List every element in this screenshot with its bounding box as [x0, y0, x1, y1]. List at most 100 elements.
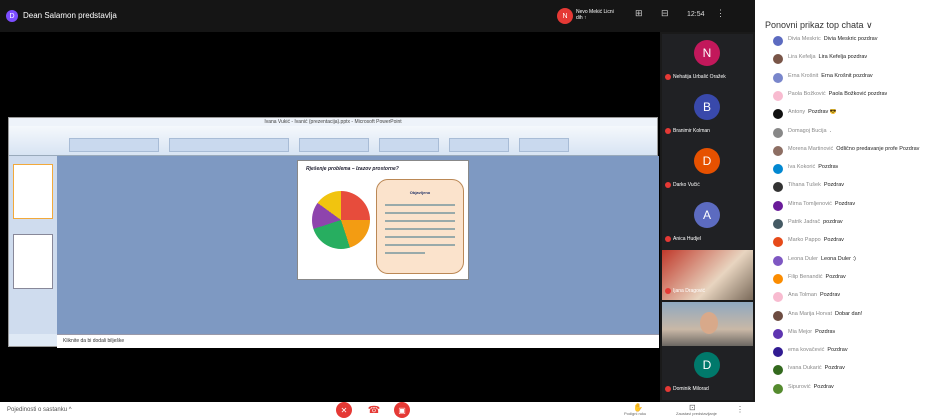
ppt-window-title: Ivana Vukić - Ivanić (prezentacija).pptx…: [9, 118, 657, 126]
participant-tile[interactable]: D Darko Vučić: [662, 142, 753, 196]
chat-avatar: [773, 127, 783, 138]
chat-text: Pozdrav: [823, 182, 845, 189]
chat-avatar: [773, 328, 783, 339]
chat-author: Leona Duler: [788, 255, 818, 262]
participant-avatar: N: [694, 40, 720, 66]
slide-thumbnail[interactable]: [13, 164, 53, 219]
camera-off-icon: ▣: [398, 405, 406, 415]
slide-notes[interactable]: Kliknite da bi dodali bilješke: [57, 334, 659, 348]
chat-avatar: [773, 310, 783, 321]
chat-text: Pozdrav 😎: [808, 109, 837, 116]
chat-author: Ana Marija Horvat: [788, 310, 833, 317]
participant-tile[interactable]: D Dominik Milorad: [662, 346, 753, 400]
slide-page: Rješenje problema – Izazov prostorne? Ob…: [297, 160, 469, 280]
food-image: [312, 191, 370, 249]
chat-text: Pozdrav: [823, 237, 844, 244]
presenter-avatar: D: [6, 10, 18, 22]
chat-author: Divia Meskric: [788, 36, 821, 42]
camera-off-button[interactable]: ▣: [394, 402, 410, 418]
mic-muted-icon: [665, 386, 671, 392]
chat-message: Ana Marija Horvat Dobar dan!: [773, 310, 949, 321]
chat-avatar: [773, 145, 783, 156]
chat-message: Paola Božković Paola Božković pozdrav: [773, 90, 949, 101]
more-options-icon[interactable]: ⋮: [736, 405, 744, 414]
meeting-details-button[interactable]: Pojedinosti o sastanku ^: [7, 407, 72, 413]
chat-author: ema kovačević: [788, 347, 825, 354]
chat-avatar: [773, 164, 783, 175]
chat-text: Pozdrav: [818, 164, 839, 171]
chat-author: Ana Tolman: [788, 292, 817, 299]
slide-thumbnails: [9, 156, 57, 334]
bottom-bar: Pojedinosti o sastanku ^ ✕ ☎ ▣ ✋ Podigni…: [0, 402, 755, 419]
participant-name: Anica Hudjel: [673, 236, 702, 242]
slide-thumbnail[interactable]: [13, 234, 53, 289]
chat-message: Lira Kefelja Lira Kefelja pozdrav: [773, 54, 949, 65]
chat-author: Domagoj Bucija: [788, 127, 827, 134]
participant-tile[interactable]: B Branimir Kolman: [662, 88, 753, 142]
chat-message: Morena Martinović Odlično predavanje prof…: [773, 145, 949, 156]
chat-message: Patrik Jadrač pozdrav: [773, 219, 949, 229]
face-image: [700, 312, 718, 334]
participant-strip: N Nehatija Urbalić Oražek B Branimir Kol…: [660, 32, 755, 402]
shared-screen: Ivana Vukić - Ivanić (prezentacija).pptx…: [8, 117, 659, 348]
top-bar: D Dean Salamon predstavlja N Nevo Mekić …: [0, 0, 755, 32]
chat-author: Morena Martinović: [788, 145, 834, 152]
more-icon[interactable]: ⋮: [716, 8, 725, 19]
presentation-stage: Ivana Vukić - Ivanić (prezentacija).pptx…: [0, 32, 660, 402]
chat-text: Pozdrav: [815, 328, 836, 335]
chat-message: Mirna Tomljenović Pozdrav: [773, 200, 949, 211]
phone-icon: ☎: [367, 404, 381, 416]
chat-message: Tihana Tušek Pozdrav: [773, 182, 949, 193]
presenter-label: Dean Salamon predstavlja: [23, 11, 117, 20]
participant-video[interactable]: [662, 302, 753, 352]
layout-icon[interactable]: ⊞: [635, 8, 643, 19]
chat-avatar: [773, 365, 783, 376]
chat-avatar: [773, 292, 783, 303]
clock: 12:54: [687, 11, 705, 18]
slide-heading: Rješenje problema – Izazov prostorne?: [306, 166, 399, 172]
chat-author: Paola Božković: [788, 90, 826, 97]
mic-muted-icon: [665, 236, 671, 242]
chat-header[interactable]: Ponovni prikaz top chata ∨: [765, 20, 873, 31]
chat-text: Pozdrav: [813, 383, 834, 390]
chat-text: Lira Kefelja pozdrav: [818, 54, 868, 61]
chat-avatar: [773, 383, 783, 394]
mic-muted-icon: [665, 288, 671, 294]
chat-avatar: [773, 72, 783, 83]
chat-author: Iva Kokorić: [788, 164, 816, 171]
chat-message: Antony Pozdrav 😎: [773, 109, 949, 120]
participant-name: Ijana Dragović: [673, 288, 705, 294]
chat-message: Domagoj Bucija.: [773, 127, 949, 138]
participant-name: Dominik Milorad: [673, 386, 709, 392]
chat-avatar: [773, 36, 783, 46]
chat-author: Mia Mejor: [788, 328, 813, 335]
chat-message: Iva Kokorić Pozdrav: [773, 164, 949, 175]
chat-message: Ivana Dukarić Pozdrav: [773, 365, 949, 376]
participant-video[interactable]: Ijana Dragović: [662, 250, 753, 300]
mic-muted-icon: [665, 182, 671, 188]
mic-muted-icon: [665, 128, 671, 134]
chat-message: Ana Tolman Pozdrav: [773, 292, 949, 303]
slide-canvas: Rješenje problema – Izazov prostorne? Ob…: [57, 156, 659, 334]
self-avatar[interactable]: N: [557, 8, 573, 24]
chat-author: Šipurović: [788, 383, 811, 390]
chat-text: Erna Krošnit pozdrav: [821, 72, 873, 79]
chat-avatar: [773, 182, 783, 193]
chat-message: Leona Duler Leona Duler :): [773, 255, 949, 266]
participant-tile[interactable]: A Anica Hudjel: [662, 196, 753, 250]
chat-avatar: [773, 273, 783, 284]
chat-avatar: [773, 219, 783, 229]
bubble-title: Objavljeno: [409, 190, 431, 195]
chat-author: Patrik Jadrač: [788, 219, 821, 225]
participant-avatar: D: [694, 148, 720, 174]
mic-off-button[interactable]: ✕: [336, 402, 352, 418]
hangup-button[interactable]: ☎: [366, 402, 382, 418]
pin-icon[interactable]: ⊟: [661, 8, 669, 19]
chat-author: Erna Krošnit: [788, 72, 819, 79]
chat-author: Marko Pappo: [788, 237, 821, 244]
raise-hand-label: Podigni ruku: [624, 411, 647, 416]
chat-author: Filip Benandić: [788, 273, 823, 280]
participant-avatar: A: [694, 202, 720, 228]
participant-tile[interactable]: N Nehatija Urbalić Oražek: [662, 34, 753, 88]
chat-message: Marko Pappo Pozdrav: [773, 237, 949, 248]
